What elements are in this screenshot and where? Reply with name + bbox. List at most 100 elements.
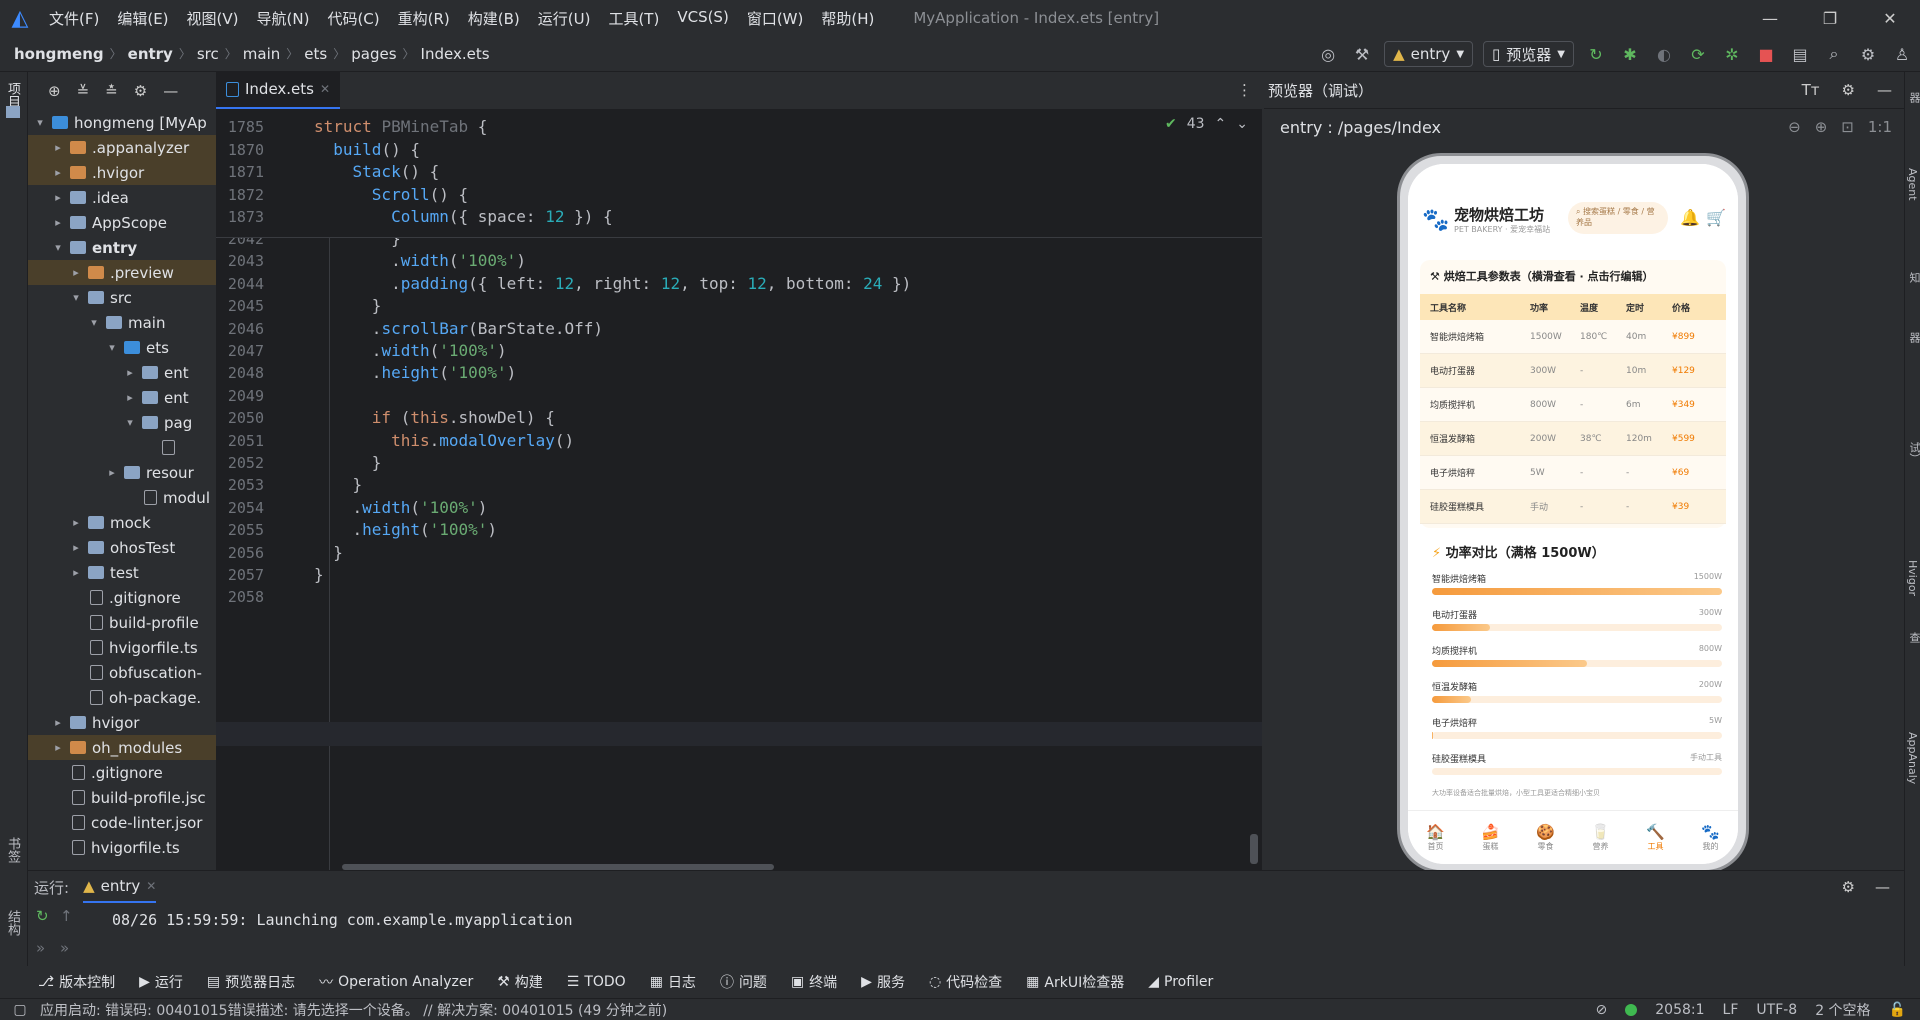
menu-item[interactable]: 重构(R) [389, 8, 459, 29]
tree-item[interactable]: ▸ hvigor [28, 710, 216, 735]
bottom-nav-item[interactable]: 🏠 首页 [1408, 811, 1463, 864]
tool-window-button[interactable]: ⎇ 版本控制 [38, 972, 115, 992]
breadcrumb-item[interactable]: main [243, 45, 280, 63]
chevron-right-icon[interactable]: ▸ [68, 541, 84, 554]
zoom-level[interactable]: 1:1 [1868, 118, 1892, 136]
tab-index-ets[interactable]: Index.ets ✕ [216, 71, 341, 109]
bottom-nav-item[interactable]: 🥛 营养 [1573, 811, 1628, 864]
table-row[interactable]: 恒温发酵箱 200W 38℃ 120m ¥599 [1420, 422, 1726, 456]
menu-item[interactable]: 视图(V) [178, 8, 248, 29]
tree-item[interactable] [28, 435, 216, 460]
hide-icon[interactable]: — [163, 82, 178, 100]
tree-item[interactable]: ▾ entry [28, 235, 216, 260]
line-ending[interactable]: LF [1723, 1002, 1739, 1018]
tree-item[interactable]: ▸ .idea [28, 185, 216, 210]
chevron-right-icon[interactable]: ▸ [50, 166, 66, 179]
tool-window-button[interactable]: ▣ 终端 [791, 972, 837, 992]
code-line[interactable]: 2043 .width('100%') [216, 250, 1262, 272]
menu-item[interactable]: 编辑(E) [108, 8, 177, 29]
code-line[interactable]: 2053 } [216, 474, 1262, 496]
tree-item[interactable]: ▸ .appanalyzer [28, 135, 216, 160]
prev-highlight-icon[interactable]: ⌃ [1215, 116, 1227, 132]
tree-item[interactable]: ▸ .hvigor [28, 160, 216, 185]
cursor-position[interactable]: 2058:1 [1655, 1002, 1704, 1018]
connection-status-icon[interactable] [1625, 1003, 1638, 1016]
vertical-scrollbar[interactable] [1250, 834, 1258, 864]
table-row[interactable]: 电动打蛋器 300W - 10m ¥129 [1420, 354, 1726, 388]
chevron-down-icon[interactable]: ▾ [122, 416, 138, 429]
sticky-code-line[interactable]: 1785 struct PBMineTab { [216, 116, 1262, 138]
code-line[interactable]: 2058 [216, 586, 1262, 608]
breadcrumb-item[interactable]: ets [304, 45, 327, 63]
attach-debugger-icon[interactable]: ◐ [1652, 42, 1676, 66]
more-tabs-icon[interactable]: ⋮ [1237, 71, 1262, 109]
minimize-button[interactable]: — [1740, 0, 1800, 36]
right-tool-button[interactable]: 预览器 [1906, 92, 1920, 103]
code-line[interactable]: 2050 if (this.showDel) { [216, 407, 1262, 429]
tree-item[interactable]: ▸ resour [28, 460, 216, 485]
sticky-code-line[interactable]: 1872 Scroll() { [216, 184, 1262, 206]
gear-icon[interactable]: ⚙ [134, 82, 147, 100]
settings-icon[interactable]: ⚙ [1856, 42, 1880, 66]
tree-item[interactable]: ▾ ets [28, 335, 216, 360]
gear-icon[interactable]: ⚙ [1842, 878, 1855, 896]
phone-screen[interactable]: 🐾 宠物烘焙工坊 PET BAKERY · 爱宠幸福站 ⌕ 搜索蛋糕 / 零食 … [1408, 164, 1738, 864]
tree-item[interactable]: .gitignore [28, 585, 216, 610]
status-message[interactable]: 应用启动: 错误码: 00401015错误描述: 请先选择一个设备。 // 解决… [40, 1000, 667, 1020]
code-line[interactable]: 2046 .scrollBar(BarState.Off) [216, 318, 1262, 340]
no-power-icon[interactable]: ⊘ [1596, 1002, 1608, 1018]
breadcrumb-item[interactable]: pages [351, 45, 396, 63]
chevron-down-icon[interactable]: ▾ [68, 291, 84, 304]
file-encoding[interactable]: UTF-8 [1756, 1002, 1797, 1018]
right-tool-button[interactable]: 数据库检查器 [1906, 332, 1920, 343]
tool-window-button[interactable]: ▶ 服务 [861, 972, 905, 992]
tree-item[interactable]: hvigorfile.ts [28, 635, 216, 660]
indent-setting[interactable]: 2 个空格 [1815, 1000, 1870, 1020]
menu-item[interactable]: 导航(N) [248, 8, 319, 29]
code-line[interactable]: 2056 } [216, 542, 1262, 564]
code-line[interactable]: 2049 [216, 385, 1262, 407]
search-icon[interactable]: ⌕ [1822, 42, 1846, 66]
tree-item[interactable]: code-linter.jsor [28, 810, 216, 835]
hide-icon[interactable]: — [1877, 81, 1892, 99]
code-line[interactable]: 2051 this.modalOverlay() [216, 430, 1262, 452]
tool-window-button[interactable]: ▦ 日志 [650, 972, 696, 992]
tree-item[interactable]: ▸ ohosTest [28, 535, 216, 560]
project-tool-button[interactable]: 项目 [5, 82, 22, 108]
cart-icon[interactable]: 🛒 [1706, 208, 1726, 227]
tree-item[interactable]: ▸ ent [28, 360, 216, 385]
tool-window-button[interactable]: ⓘ 问题 [720, 972, 767, 992]
tool-window-button[interactable]: 〰 Operation Analyzer [319, 972, 473, 992]
target-icon[interactable]: ◎ [1316, 42, 1340, 66]
tool-window-button[interactable]: ☰ TODO [567, 974, 626, 990]
breadcrumb-item[interactable]: entry [128, 45, 173, 63]
zoom-out-icon[interactable]: ⊖ [1788, 118, 1801, 136]
tree-item[interactable]: obfuscation- [28, 660, 216, 685]
code-line[interactable]: 2054 .width('100%') [216, 497, 1262, 519]
rerun-icon[interactable]: ↻ [1584, 42, 1608, 66]
scroll-up-icon[interactable]: ↑ [60, 907, 73, 925]
tool-window-button[interactable]: ▤ 预览器日志 [207, 972, 295, 992]
table-row[interactable]: 智能烘焙烤箱 1500W 180℃ 40m ¥899 [1420, 320, 1726, 354]
code-line[interactable]: 2045 } [216, 295, 1262, 317]
tree-item[interactable]: build-profile.jsc [28, 785, 216, 810]
structure-tool-button[interactable]: 结构 [5, 910, 22, 936]
account-icon[interactable]: ♙ [1890, 42, 1914, 66]
run-tab-entry[interactable]: ▲ entry ✕ [83, 871, 157, 903]
breadcrumb-item[interactable]: hongmeng [14, 45, 104, 63]
tree-item[interactable]: ▸ .preview [28, 260, 216, 285]
expand-all-icon[interactable]: ≚ [77, 82, 90, 100]
chevron-right-icon[interactable]: ▸ [50, 141, 66, 154]
inspection-widget[interactable]: ✔ 43 ⌃ ⌄ [1165, 116, 1248, 132]
rerun-icon[interactable]: ↻ [36, 907, 49, 925]
tree-item[interactable]: ▸ oh_modules [28, 735, 216, 760]
sticky-code-line[interactable]: 1871 Stack() { [216, 161, 1262, 183]
table-row[interactable]: 均质搅拌机 800W - 6m ¥349 [1420, 388, 1726, 422]
code-line[interactable]: 2057} [216, 564, 1262, 586]
tree-item[interactable]: ▸ test [28, 560, 216, 585]
tree-item[interactable]: .gitignore [28, 760, 216, 785]
tool-window-button[interactable]: ▶ 运行 [139, 972, 183, 992]
stop-icon[interactable]: ■ [1754, 42, 1778, 66]
device-dropdown[interactable]: ▯ 预览器 ▼ [1483, 41, 1574, 67]
tree-item[interactable]: hvigorfile.ts [28, 835, 216, 860]
